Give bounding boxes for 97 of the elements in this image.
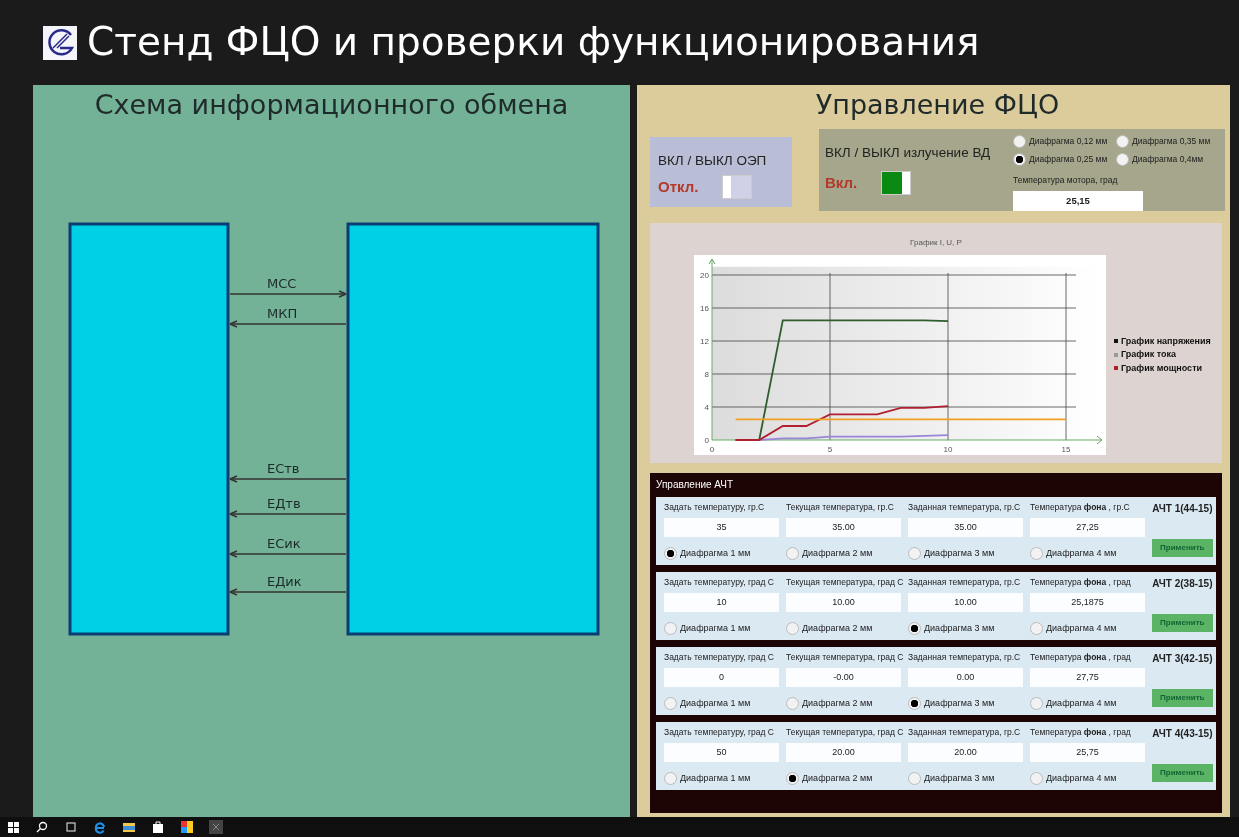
arrow-label: ЕСик xyxy=(267,536,301,551)
axis-tick-label: 4 xyxy=(704,403,709,412)
input-field[interactable]: 50 xyxy=(664,742,779,762)
browser-icon[interactable] xyxy=(93,820,107,834)
field-label: Текущая температура, град С xyxy=(786,651,905,664)
window-title: Стенд ФЦО и проверки функционирования xyxy=(87,18,980,67)
radio-button[interactable]: Диафрагма 4 мм xyxy=(1030,696,1117,710)
legend-item: График тока xyxy=(1114,348,1211,362)
field-label: Заданная температура, гр.С xyxy=(908,726,1022,739)
axis-tick-label: 10 xyxy=(943,445,953,454)
panel-title: Схема информационного обмена xyxy=(93,88,570,122)
arrow-label: ЕДик xyxy=(267,574,302,589)
field-label: Температура фона , град xyxy=(1030,576,1132,589)
arrow-label: МСС xyxy=(267,276,297,291)
chart-title: График I, U, P xyxy=(909,237,963,249)
state-label: Вкл. xyxy=(825,173,858,193)
input-field[interactable]: 20.00 xyxy=(786,742,901,762)
legend-item: График мощности xyxy=(1114,361,1211,376)
input-field[interactable]: 25,1875 xyxy=(1030,592,1145,612)
windows-icon[interactable] xyxy=(6,820,20,834)
field-label: Задать температуру, град С xyxy=(664,651,775,664)
task-view-icon[interactable] xyxy=(64,820,78,834)
radio-button[interactable]: Диафрагма 1 мм xyxy=(664,771,751,785)
input-field[interactable]: 10 xyxy=(664,592,779,612)
radio-button[interactable]: Диафрагма 3 мм xyxy=(908,546,995,560)
legend-item: График напряжения xyxy=(1114,334,1211,349)
radio-button[interactable]: Диафрагма 4 мм xyxy=(1030,546,1117,560)
field-label: Температура мотора, град xyxy=(1013,174,1119,187)
radio-button[interactable]: Диафрагма 2 мм xyxy=(786,771,873,785)
panel-title: Управление ФЦО xyxy=(814,88,1061,122)
radio-button[interactable]: Диафрагма 1 мм xyxy=(664,696,751,710)
radio-button[interactable]: Диафрагма 0,35 мм xyxy=(1116,135,1219,148)
axis-tick-label: 20 xyxy=(700,271,709,280)
field-label: Текущая температура, град С xyxy=(786,576,905,589)
input-field[interactable]: 35.00 xyxy=(786,517,901,537)
input-field[interactable]: 35 xyxy=(664,517,779,537)
arrow-label: МКП xyxy=(267,306,298,321)
axis-tick-label: 5 xyxy=(827,445,833,454)
radio-button[interactable]: Диафрагма 4 мм xyxy=(1030,621,1117,635)
search-icon[interactable] xyxy=(35,820,49,834)
field-label: Температура фона , град xyxy=(1030,651,1132,664)
input-field[interactable]: 10.00 xyxy=(786,592,901,612)
radio-button[interactable]: Диафрагма 1 мм xyxy=(664,546,751,560)
radio-button[interactable]: Диафрагма 2 мм xyxy=(786,621,873,635)
radio-button[interactable]: Диафрагма 3 мм xyxy=(908,696,995,710)
input-field[interactable]: 25,15 xyxy=(1013,190,1143,211)
field-label: Заданная температура, гр.С xyxy=(908,651,1022,664)
radio-button[interactable]: Диафрагма 2 мм xyxy=(786,546,873,560)
state-label: Откл. xyxy=(658,177,699,197)
radio-button[interactable]: Диафрагма 4 мм xyxy=(1030,771,1117,785)
app-icon[interactable] xyxy=(180,820,194,834)
unit-title: АЧТ 4(43-15) xyxy=(1152,727,1213,741)
arrow-label: ЕСтв xyxy=(267,461,300,476)
axis-tick-label: 16 xyxy=(700,304,709,313)
arrow-label: ЕДтв xyxy=(267,496,301,511)
field-label: Текущая температура, гр.С xyxy=(786,501,895,514)
input-field[interactable]: 10.00 xyxy=(908,592,1023,612)
radio-button[interactable]: Диафрагма 3 мм xyxy=(908,771,995,785)
axis-tick-label: 8 xyxy=(704,370,709,379)
radio-button[interactable]: Диафрагма 0,4мм xyxy=(1116,153,1219,166)
input-field[interactable]: -0.00 xyxy=(786,667,901,687)
field-label: Задать температуру, гр.С xyxy=(664,501,766,514)
toggle-switch[interactable] xyxy=(722,175,753,200)
input-field[interactable]: 35.00 xyxy=(908,517,1023,537)
unit-title: АЧТ 3(42-15) xyxy=(1152,652,1213,666)
input-field[interactable]: 25,75 xyxy=(1030,742,1145,762)
axis-tick-label: 12 xyxy=(700,337,709,346)
axis-tick-label: 15 xyxy=(1061,445,1071,454)
input-field[interactable]: 0 xyxy=(664,667,779,687)
radio-button[interactable]: Диафрагма 0,12 мм xyxy=(1013,135,1116,148)
input-field[interactable]: 20.00 xyxy=(908,742,1023,762)
toggle-switch[interactable] xyxy=(881,171,912,196)
block-title: ВКЛ / ВЫКЛ излучение ВД xyxy=(825,144,992,162)
unit-title: АЧТ 1(44-15) xyxy=(1152,502,1213,516)
section-title: Управление АЧТ xyxy=(656,478,735,492)
input-field[interactable]: 27,75 xyxy=(1030,667,1145,687)
field-label: Температура фона , гр.С xyxy=(1030,501,1131,514)
close-icon[interactable] xyxy=(209,820,223,834)
field-label: Задать температуру, град С xyxy=(664,576,775,589)
store-icon[interactable] xyxy=(151,820,165,834)
radio-button[interactable]: Диафрагма 2 мм xyxy=(786,696,873,710)
field-label: Задать температуру, град С xyxy=(664,726,775,739)
block-title: ВКЛ / ВЫКЛ ОЭП xyxy=(658,152,768,170)
folder-icon[interactable] xyxy=(122,820,136,834)
field-label: Температура фона , град xyxy=(1030,726,1132,739)
axis-tick-label: 0 xyxy=(709,445,715,454)
input-field[interactable]: 27,25 xyxy=(1030,517,1145,537)
radio-button[interactable]: Диафрагма 0,25 мм xyxy=(1013,153,1116,166)
logo-icon xyxy=(43,25,77,60)
radio-button[interactable]: Диафрагма 3 мм xyxy=(908,621,995,635)
axis-tick-label: 0 xyxy=(704,436,709,445)
input-field[interactable]: 0.00 xyxy=(908,667,1023,687)
field-label: Заданная температура, гр.С xyxy=(908,576,1022,589)
unit-title: АЧТ 2(38-15) xyxy=(1152,577,1213,591)
radio-button[interactable]: Диафрагма 1 мм xyxy=(664,621,751,635)
field-label: Заданная температура, гр.С xyxy=(908,501,1022,514)
field-label: Текущая температура, град С xyxy=(786,726,905,739)
